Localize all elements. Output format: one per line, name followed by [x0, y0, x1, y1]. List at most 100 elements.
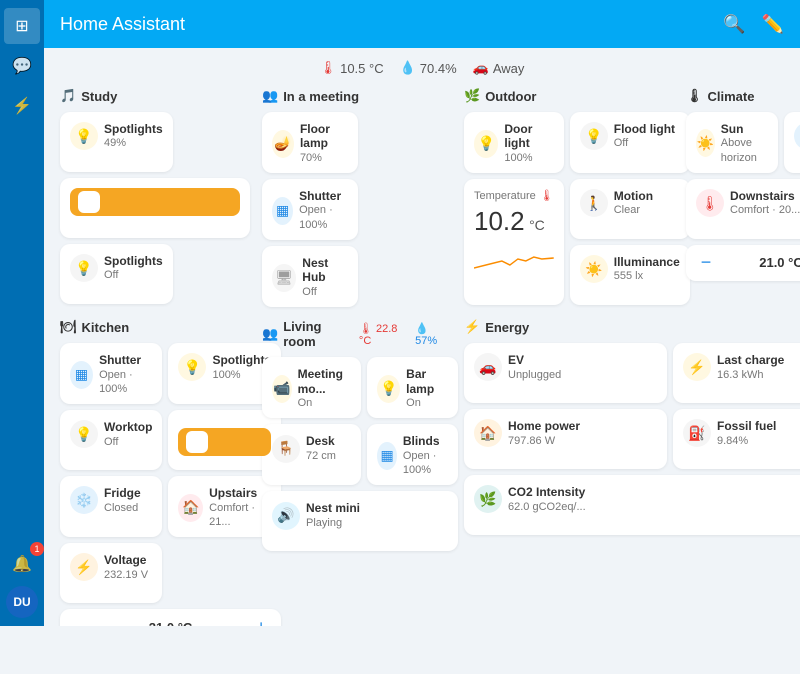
kitchen-voltage-card[interactable]: ⚡ Voltage 232.19 V: [60, 543, 162, 603]
co2-icon: 🌿: [474, 485, 502, 513]
kitchen-shutter-card[interactable]: ▦ Shutter Open · 100%: [60, 343, 162, 404]
home-power-card[interactable]: 🏠 Home power 797.86 W: [464, 409, 667, 469]
illuminance-card[interactable]: ☀️ Illuminance 555 lx: [570, 245, 690, 305]
ev-name: EV: [508, 353, 561, 367]
desk-card[interactable]: 🪑 Desk 72 cm: [262, 424, 361, 485]
nest-hub-value: Off: [302, 285, 348, 299]
notification-bell[interactable]: 🔔 1: [4, 546, 40, 582]
search-icon[interactable]: 🔍: [723, 14, 745, 35]
app-header: Home Assistant 🔍 ✏️: [44, 0, 800, 48]
sidebar-item-messages[interactable]: 💬: [4, 48, 40, 84]
fossil-fuel-card[interactable]: ⛽ Fossil fuel 9.84%: [673, 409, 800, 469]
living-room-humidity: 💧 57%: [415, 322, 452, 347]
kitchen-worktop-value: Off: [104, 435, 152, 449]
rain-card[interactable]: 💧 Rain 7.2 mm: [784, 112, 800, 173]
outdoor-temp-card[interactable]: Temperature 🌡 10.2 °C: [464, 179, 564, 305]
climate-section: 🌡 Climate ☀️ Sun Above horizon 💧: [686, 88, 800, 307]
blinds-card[interactable]: ▦ Blinds Open · 100%: [367, 424, 458, 485]
outdoor-title: Outdoor: [485, 89, 536, 104]
meeting-monitor-value: On: [298, 396, 352, 410]
kitchen-fridge-name: Fridge: [104, 486, 141, 500]
door-light-icon: 💡: [474, 130, 498, 158]
door-light-name: Door light: [504, 122, 553, 151]
motion-card[interactable]: 🚶 Motion Clear: [570, 179, 690, 239]
study-title: Study: [81, 89, 117, 104]
app-title: Home Assistant: [60, 14, 723, 35]
kitchen-worktop-card[interactable]: 💡 Worktop Off: [60, 410, 162, 470]
study-toggle-card[interactable]: [60, 178, 250, 238]
kitchen-fridge-icon: ❄️: [70, 486, 98, 514]
blinds-name: Blinds: [403, 434, 448, 448]
climate-decrease-button[interactable]: −: [696, 253, 716, 273]
kitchen-climate-row: − 21.0 °C +: [60, 609, 281, 626]
kitchen-section: 🍽 Kitchen ▦ Shutter Open · 100% 💡: [60, 319, 250, 626]
kitchen-shutter-name: Shutter: [99, 353, 152, 367]
floor-lamp-icon: 🪔: [272, 130, 294, 158]
illuminance-icon: ☀️: [580, 255, 608, 283]
study-dimmer[interactable]: [70, 188, 240, 216]
climate-temp-value: 21.0 °C: [722, 255, 800, 270]
study-icon: 🎵: [60, 88, 76, 104]
outdoor-temp-big: 10.2 °C: [474, 206, 554, 237]
spotlights-on-icon: 💡: [70, 122, 98, 150]
living-room-icon: 👥: [262, 326, 278, 342]
status-bar: 🌡 10.5 °C 💧 70.4% 🚗 Away: [60, 60, 784, 76]
nest-mini-card[interactable]: 🔊 Nest mini Playing: [262, 491, 458, 551]
desk-icon: 🪑: [272, 435, 300, 463]
nest-hub-card[interactable]: 🖥 Nest Hub Off: [262, 246, 358, 307]
humidity-value: 70.4%: [420, 61, 457, 76]
spotlights-off-name: Spotlights: [104, 254, 163, 268]
sun-name: Sun: [721, 122, 768, 136]
ev-card[interactable]: 🚗 EV Unplugged: [464, 343, 667, 403]
temperature-value: 10.5 °C: [340, 61, 384, 76]
kitchen-icon: 🍽: [60, 319, 77, 335]
shutter-meeting-name: Shutter: [299, 189, 348, 203]
edit-icon[interactable]: ✏️: [762, 14, 784, 35]
meeting-monitor-icon: 📹: [272, 375, 292, 403]
kitchen-shutter-icon: ▦: [70, 361, 93, 389]
co2-value: 62.0 gCO2eq/...: [508, 500, 586, 514]
bar-lamp-card[interactable]: 💡 Bar lamp On: [367, 357, 458, 418]
floor-lamp-card[interactable]: 🪔 Floor lamp 70%: [262, 112, 358, 173]
fossil-fuel-value: 9.84%: [717, 434, 776, 448]
sidebar-item-overview[interactable]: ⊞: [4, 8, 40, 44]
nest-hub-icon: 🖥: [272, 264, 296, 292]
nest-mini-name: Nest mini: [306, 501, 360, 515]
flood-light-card[interactable]: 💡 Flood light Off: [570, 112, 690, 173]
kitchen-dimmer[interactable]: [178, 428, 271, 456]
flood-light-value: Off: [614, 136, 675, 150]
last-charge-card[interactable]: ⚡ Last charge 16.3 kWh: [673, 343, 800, 403]
motion-value: Clear: [614, 203, 653, 217]
spotlights-on-card[interactable]: 💡 Spotlights 49%: [60, 112, 173, 172]
co2-intensity-card[interactable]: 🌿 CO2 Intensity 62.0 gCO2eq/...: [464, 475, 800, 535]
motion-icon: 🚶: [580, 189, 608, 217]
shutter-meeting-icon: ▦: [272, 197, 293, 225]
sun-card[interactable]: ☀️ Sun Above horizon: [686, 112, 778, 173]
kitchen-shutter-value: Open · 100%: [99, 368, 152, 397]
sun-value: Above horizon: [721, 136, 768, 165]
sidebar-item-energy[interactable]: ⚡: [4, 88, 40, 124]
outside-humidity: 💧 70.4%: [400, 60, 457, 76]
flood-light-name: Flood light: [614, 122, 675, 136]
climate-control-row: − 21.0 °C +: [686, 245, 800, 281]
shutter-meeting-card[interactable]: ▦ Shutter Open · 100%: [262, 179, 358, 240]
door-light-value: 100%: [504, 151, 553, 165]
downstairs-card[interactable]: 🌡 Downstairs Comfort · 20...: [686, 179, 800, 239]
spotlights-off-card[interactable]: 💡 Spotlights Off: [60, 244, 173, 304]
outdoor-temp-sparkline: [474, 243, 554, 273]
kitchen-worktop-icon: 💡: [70, 420, 98, 448]
user-avatar[interactable]: DU: [6, 586, 38, 618]
illuminance-value: 555 lx: [614, 269, 680, 283]
co2-name: CO2 Intensity: [508, 485, 586, 499]
kitchen-climate-decrease-button[interactable]: −: [70, 617, 90, 626]
kitchen-fridge-card[interactable]: ❄️ Fridge Closed: [60, 476, 162, 537]
meeting-monitor-card[interactable]: 📹 Meeting mo... On: [262, 357, 361, 418]
spotlights-off-value: Off: [104, 268, 163, 282]
downstairs-icon: 🌡: [696, 189, 724, 217]
nest-mini-icon: 🔊: [272, 502, 300, 530]
bar-lamp-value: On: [406, 396, 448, 410]
last-charge-value: 16.3 kWh: [717, 368, 784, 382]
blinds-icon: ▦: [377, 442, 397, 470]
floor-lamp-name: Floor lamp: [300, 122, 348, 151]
door-light-card[interactable]: 💡 Door light 100%: [464, 112, 564, 173]
